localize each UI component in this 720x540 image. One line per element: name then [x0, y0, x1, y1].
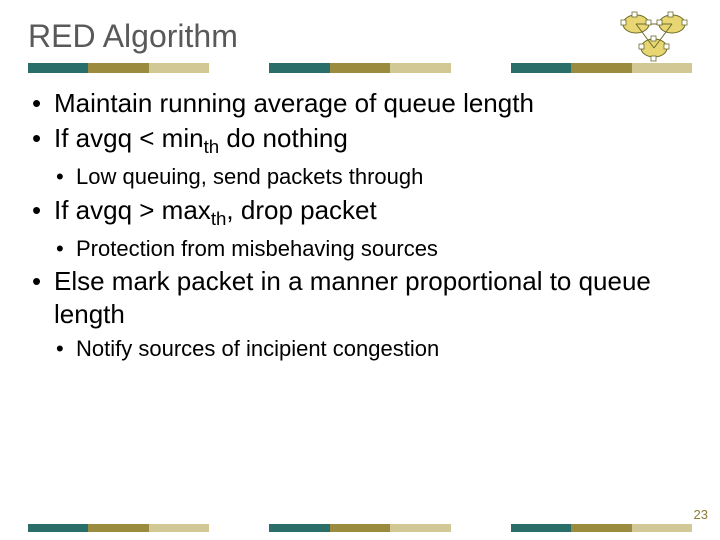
slide-title: RED Algorithm [28, 18, 692, 55]
bullet-2-text-b: do nothing [219, 123, 348, 153]
page-number: 23 [694, 507, 708, 522]
bullet-4-1: Notify sources of incipient congestion [28, 335, 692, 363]
header-stripe [28, 63, 692, 73]
bullet-3: If avgq > maxth, drop packet [28, 194, 692, 231]
bullet-3-text-b: , drop packet [226, 195, 376, 225]
bullet-2: If avgq < minth do nothing [28, 122, 692, 159]
bullet-2-subscript: th [204, 136, 220, 157]
bullet-1: Maintain running average of queue length [28, 87, 692, 120]
bullet-3-text-a: If avgq > max [54, 195, 211, 225]
bullet-3-subscript: th [211, 208, 227, 229]
bullet-2-text-a: If avgq < min [54, 123, 204, 153]
bullet-3-1: Protection from misbehaving sources [28, 235, 692, 263]
footer-stripe [28, 524, 692, 532]
bullet-4: Else mark packet in a manner proportiona… [28, 265, 692, 332]
network-graphic-icon [612, 10, 698, 64]
bullet-2-1: Low queuing, send packets through [28, 163, 692, 191]
slide-body: Maintain running average of queue length… [28, 87, 692, 364]
slide: RED Algorithm Maintain running average o… [0, 0, 720, 540]
